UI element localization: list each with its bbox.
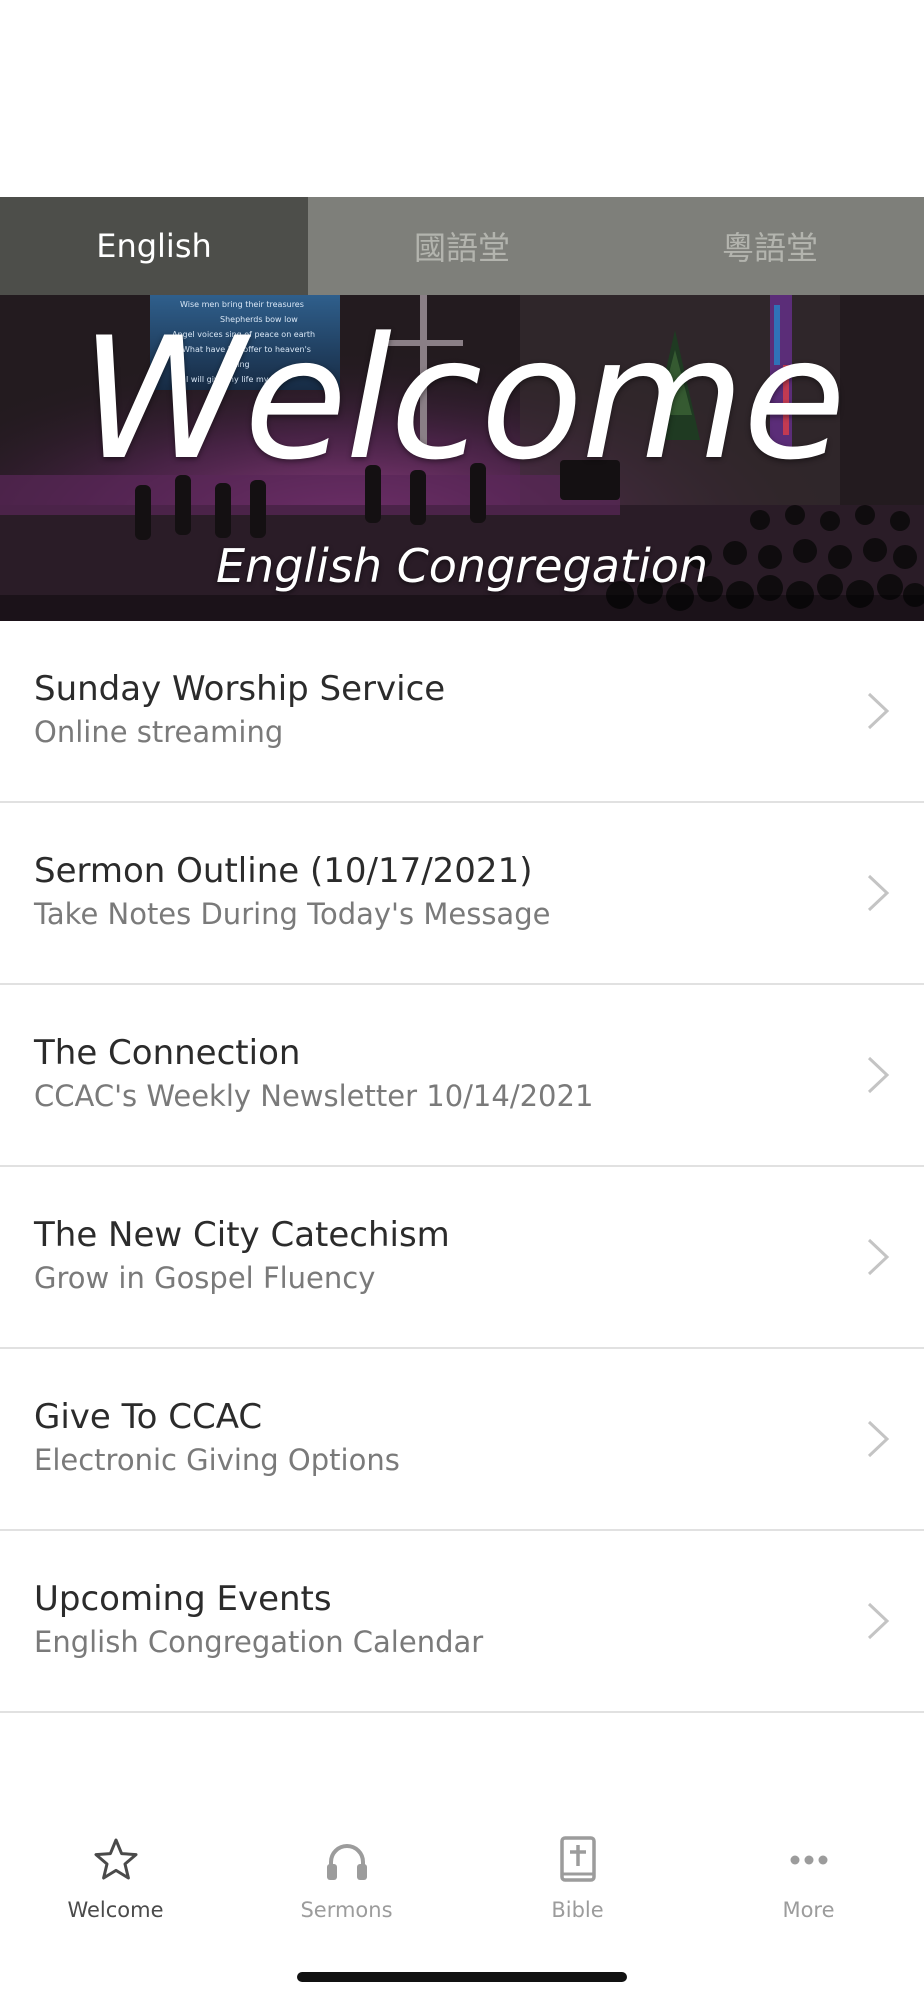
menu-item-sermon-outline[interactable]: Sermon Outline (10/17/2021) Take Notes D… <box>0 803 924 985</box>
headphones-icon <box>326 1844 367 1880</box>
more-dots-icon <box>790 1855 827 1865</box>
menu-item-upcoming-events[interactable]: Upcoming Events English Congregation Cal… <box>0 1531 924 1713</box>
menu-item-title: Give To CCAC <box>34 1397 263 1437</box>
menu-item-subtitle: CCAC's Weekly Newsletter 10/14/2021 <box>34 1079 594 1113</box>
chevron-right-icon <box>867 1420 890 1458</box>
menu-item-subtitle: Online streaming <box>34 715 284 749</box>
menu-item-give-to-ccac[interactable]: Give To CCAC Electronic Giving Options <box>0 1349 924 1531</box>
congregation-subheading: English Congregation <box>215 539 709 593</box>
status-bar-area <box>0 0 924 197</box>
tabbar-label: More <box>782 1898 835 1922</box>
menu-item-new-city-catechism[interactable]: The New City Catechism Grow in Gospel Fl… <box>0 1167 924 1349</box>
menu-item-title: The Connection <box>34 1033 301 1073</box>
bible-icon <box>559 1836 596 1882</box>
chevron-right-icon <box>867 1238 890 1276</box>
menu-item-subtitle: Grow in Gospel Fluency <box>34 1261 376 1295</box>
tab-mandarin[interactable]: 國語堂 <box>308 197 616 295</box>
tabbar-label: Bible <box>551 1898 604 1922</box>
menu-list: Sunday Worship Service Online streaming … <box>0 621 924 1713</box>
language-tabs: English 國語堂 粵語堂 <box>0 197 924 295</box>
menu-item-subtitle: Electronic Giving Options <box>34 1443 400 1477</box>
tabbar-label: Sermons <box>300 1898 393 1922</box>
tabbar-bible[interactable]: Bible <box>462 1808 693 1928</box>
home-indicator <box>297 1972 627 1982</box>
menu-item-title: The New City Catechism <box>34 1215 450 1255</box>
menu-item-title: Sunday Worship Service <box>34 669 446 709</box>
tabbar-sermons[interactable]: Sermons <box>231 1808 462 1928</box>
welcome-heading: Welcome <box>79 301 846 497</box>
menu-item-title: Upcoming Events <box>34 1579 332 1619</box>
tabbar-more[interactable]: More <box>693 1808 924 1928</box>
star-icon <box>94 1838 137 1880</box>
chevron-right-icon <box>867 874 890 912</box>
menu-item-subtitle: English Congregation Calendar <box>34 1625 484 1659</box>
tabbar-label: Welcome <box>67 1898 164 1922</box>
welcome-banner: Wise men bring their treasures Shepherds… <box>0 295 924 621</box>
chevron-right-icon <box>867 1056 890 1094</box>
tab-english[interactable]: English <box>0 197 308 295</box>
menu-item-title: Sermon Outline (10/17/2021) <box>34 851 533 891</box>
tab-cantonese[interactable]: 粵語堂 <box>616 197 924 295</box>
chevron-right-icon <box>867 692 890 730</box>
chevron-right-icon <box>867 1602 890 1640</box>
menu-item-subtitle: Take Notes During Today's Message <box>34 897 551 931</box>
menu-item-the-connection[interactable]: The Connection CCAC's Weekly Newsletter … <box>0 985 924 1167</box>
tabbar-welcome[interactable]: Welcome <box>0 1808 231 1928</box>
bottom-tab-bar: Welcome Sermons Bible More <box>0 1808 924 1928</box>
menu-item-sunday-worship[interactable]: Sunday Worship Service Online streaming <box>0 621 924 803</box>
